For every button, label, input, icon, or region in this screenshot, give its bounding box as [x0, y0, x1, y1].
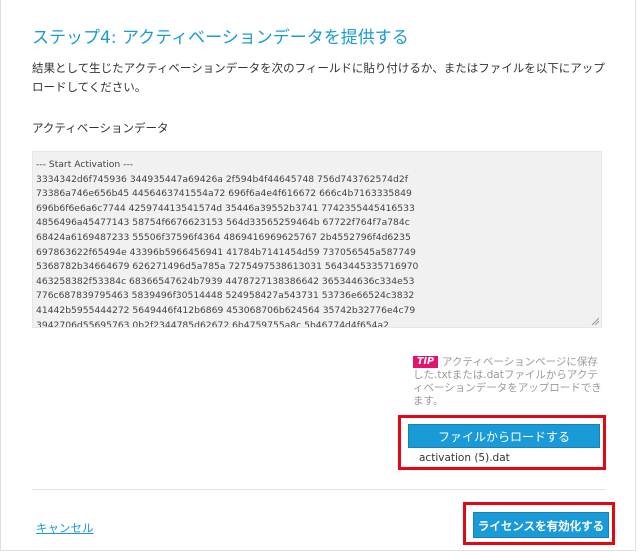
activate-license-button[interactable]: ライセンスを有効化する — [473, 512, 609, 538]
step-title: ステップ4: アクティベーションデータを提供する — [32, 28, 409, 48]
activation-data-textarea[interactable]: --- Start Activation --- 3334342d6f74593… — [32, 151, 602, 328]
activation-panel: ステップ4: アクティベーションデータを提供する 結果として生じたアクティベーシ… — [0, 0, 636, 551]
tip-note: TIP アクティベーションページに保存した.txtまたは.datファイルからアクテ… — [413, 356, 603, 408]
load-from-file-button[interactable]: ファイルからロードする — [408, 424, 600, 448]
cancel-link[interactable]: キャンセル — [36, 520, 94, 536]
tip-text: アクティベーションページに保存した.txtまたは.datファイルからアクティベー… — [413, 356, 602, 407]
step-description: 結果として生じたアクティベーションデータを次のフィールドに貼り付けるか、またはフ… — [32, 61, 605, 94]
resize-grip-icon[interactable] — [591, 317, 599, 325]
footer-divider — [32, 489, 606, 490]
tip-badge: TIP — [413, 356, 438, 368]
activation-data-label: アクティベーションデータ — [32, 121, 169, 135]
activation-data-text: --- Start Activation --- 3334342d6f74593… — [36, 159, 419, 328]
selected-file-name: activation (5).dat — [419, 452, 510, 464]
